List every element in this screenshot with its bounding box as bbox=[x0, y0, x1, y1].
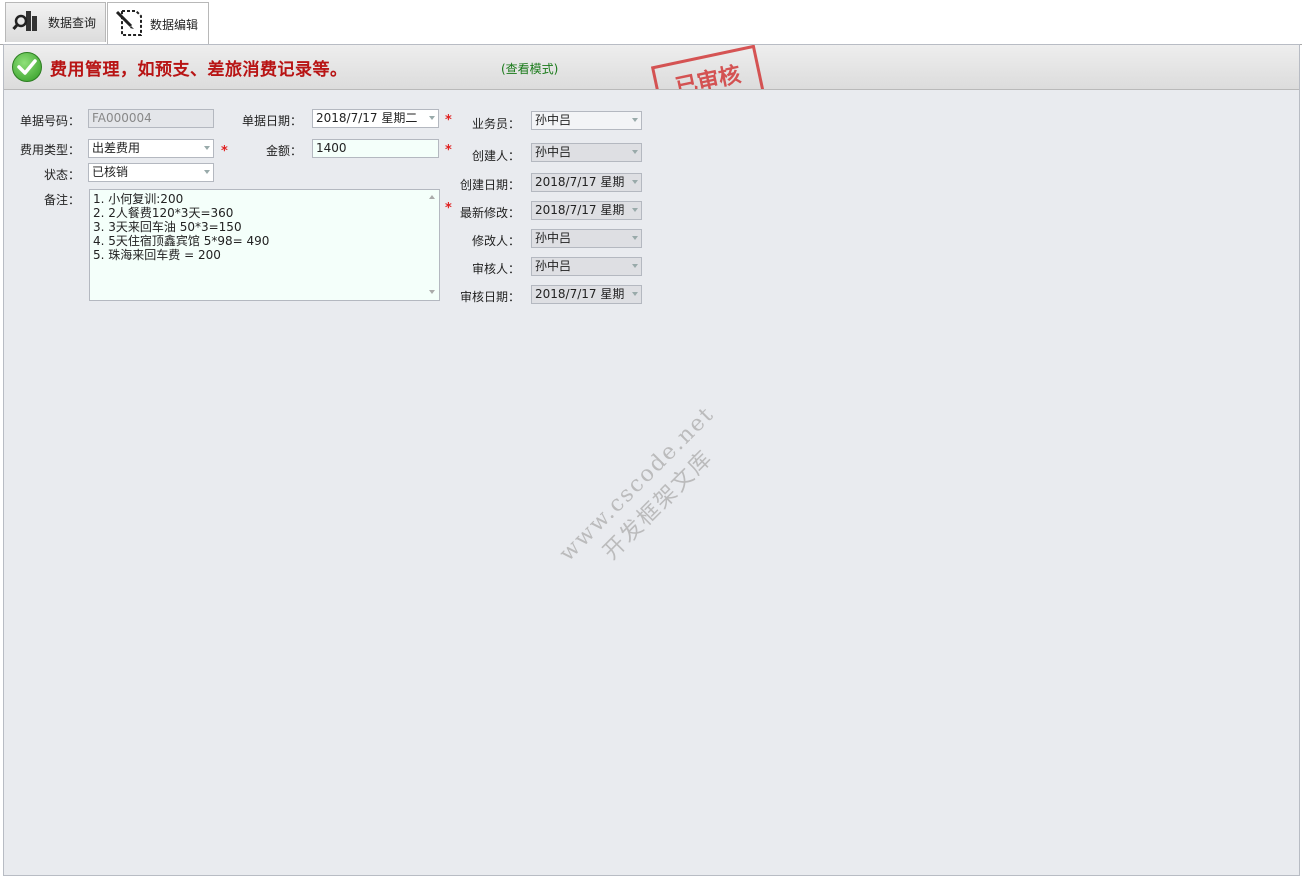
remark-textarea[interactable]: 1. 小何复训:200 2. 2人餐费120*3天=360 3. 3天来回车油 … bbox=[89, 189, 440, 301]
salesman-label: 业务员： bbox=[471, 117, 520, 131]
scroll-up-icon[interactable] bbox=[429, 195, 435, 199]
salesman-value: 孙中吕 bbox=[535, 113, 572, 127]
required-mark: * bbox=[221, 144, 228, 159]
remark-scrollbar[interactable] bbox=[425, 190, 439, 300]
chevron-down-icon[interactable] bbox=[632, 208, 638, 212]
approved-stamp: 已审核 bbox=[650, 45, 768, 89]
required-mark: * bbox=[445, 143, 452, 158]
created-date-field[interactable]: 2018/7/17 星期 bbox=[531, 173, 642, 192]
tab-bar: 数据查询 数据编辑 bbox=[0, 0, 1302, 45]
check-icon bbox=[12, 52, 42, 82]
auditor-label: 审核人： bbox=[471, 262, 520, 276]
remark-line: 3. 3天来回车油 50*3=150 bbox=[93, 220, 242, 234]
search-chart-icon bbox=[12, 7, 42, 38]
view-mode-label: (查看模式) bbox=[501, 62, 559, 76]
chevron-down-icon[interactable] bbox=[632, 292, 638, 296]
remark-line: 5. 珠海来回车费 = 200 bbox=[93, 248, 221, 262]
creator-value: 孙中吕 bbox=[535, 145, 572, 159]
remark-line: 1. 小何复训:200 bbox=[93, 192, 184, 206]
tab-data-query-label: 数据查询 bbox=[48, 16, 97, 30]
modified-date-field[interactable]: 2018/7/17 星期 bbox=[531, 201, 642, 220]
chevron-down-icon[interactable] bbox=[632, 264, 638, 268]
required-mark: * bbox=[445, 201, 452, 216]
status-select[interactable]: 已核销 bbox=[88, 163, 214, 182]
page-title: 费用管理，如预支、差旅消费记录等。 bbox=[50, 60, 348, 80]
status-label: 状态： bbox=[43, 168, 80, 182]
audit-date-value: 2018/7/17 星期 bbox=[535, 287, 625, 301]
required-mark: * bbox=[445, 113, 452, 128]
chevron-down-icon[interactable] bbox=[632, 236, 638, 240]
watermark: www.cscode.net 开发框架文库 bbox=[553, 400, 743, 590]
creator-label: 创建人： bbox=[471, 149, 520, 163]
scroll-down-icon[interactable] bbox=[429, 290, 435, 294]
remark-line: 4. 5天住宿顶鑫宾馆 5*98= 490 bbox=[93, 234, 270, 248]
doc-date-label: 单据日期： bbox=[241, 114, 302, 128]
modifier-label: 修改人： bbox=[471, 234, 520, 248]
auditor-field[interactable]: 孙中吕 bbox=[531, 257, 642, 276]
auditor-value: 孙中吕 bbox=[535, 259, 572, 273]
tab-data-edit-label: 数据编辑 bbox=[150, 17, 199, 32]
doc-no-label: 单据号码： bbox=[19, 114, 80, 128]
chevron-down-icon[interactable] bbox=[204, 170, 210, 174]
created-date-label: 创建日期： bbox=[459, 178, 520, 192]
creator-field[interactable]: 孙中吕 bbox=[531, 143, 642, 162]
doc-date-picker[interactable]: 2018/7/17 星期二 bbox=[312, 109, 439, 128]
chevron-down-icon[interactable] bbox=[429, 116, 435, 120]
edit-document-icon bbox=[114, 8, 144, 41]
audit-date-label: 审核日期： bbox=[459, 290, 520, 304]
salesman-select[interactable]: 孙中吕 bbox=[531, 111, 642, 130]
status-value: 已核销 bbox=[92, 165, 129, 179]
chevron-down-icon[interactable] bbox=[204, 146, 210, 150]
modifier-value: 孙中吕 bbox=[535, 231, 572, 245]
doc-date-value: 2018/7/17 星期二 bbox=[316, 111, 418, 125]
edit-panel: 费用管理，如预支、差旅消费记录等。 (查看模式) 已审核 单据号码： FA000… bbox=[3, 44, 1300, 876]
modified-date-label: 最新修改： bbox=[459, 206, 520, 220]
tab-data-query[interactable]: 数据查询 bbox=[5, 2, 106, 42]
fee-type-label: 费用类型： bbox=[19, 143, 80, 157]
modified-date-value: 2018/7/17 星期 bbox=[535, 203, 625, 217]
amount-label: 金额： bbox=[265, 144, 302, 158]
info-banner: 费用管理，如预支、差旅消费记录等。 (查看模式) 已审核 bbox=[4, 45, 1299, 90]
remark-label: 备注： bbox=[43, 193, 80, 207]
fee-type-value: 出差费用 bbox=[92, 141, 141, 155]
modifier-field[interactable]: 孙中吕 bbox=[531, 229, 642, 248]
created-date-value: 2018/7/17 星期 bbox=[535, 175, 625, 189]
tab-data-edit[interactable]: 数据编辑 bbox=[107, 2, 209, 45]
chevron-down-icon[interactable] bbox=[632, 150, 638, 154]
chevron-down-icon[interactable] bbox=[632, 180, 638, 184]
doc-no-field[interactable]: FA000004 bbox=[88, 109, 214, 128]
amount-field[interactable]: 1400 bbox=[312, 139, 439, 158]
fee-type-select[interactable]: 出差费用 bbox=[88, 139, 214, 158]
remark-line: 2. 2人餐费120*3天=360 bbox=[93, 206, 234, 220]
chevron-down-icon[interactable] bbox=[632, 118, 638, 122]
audit-date-field[interactable]: 2018/7/17 星期 bbox=[531, 285, 642, 304]
